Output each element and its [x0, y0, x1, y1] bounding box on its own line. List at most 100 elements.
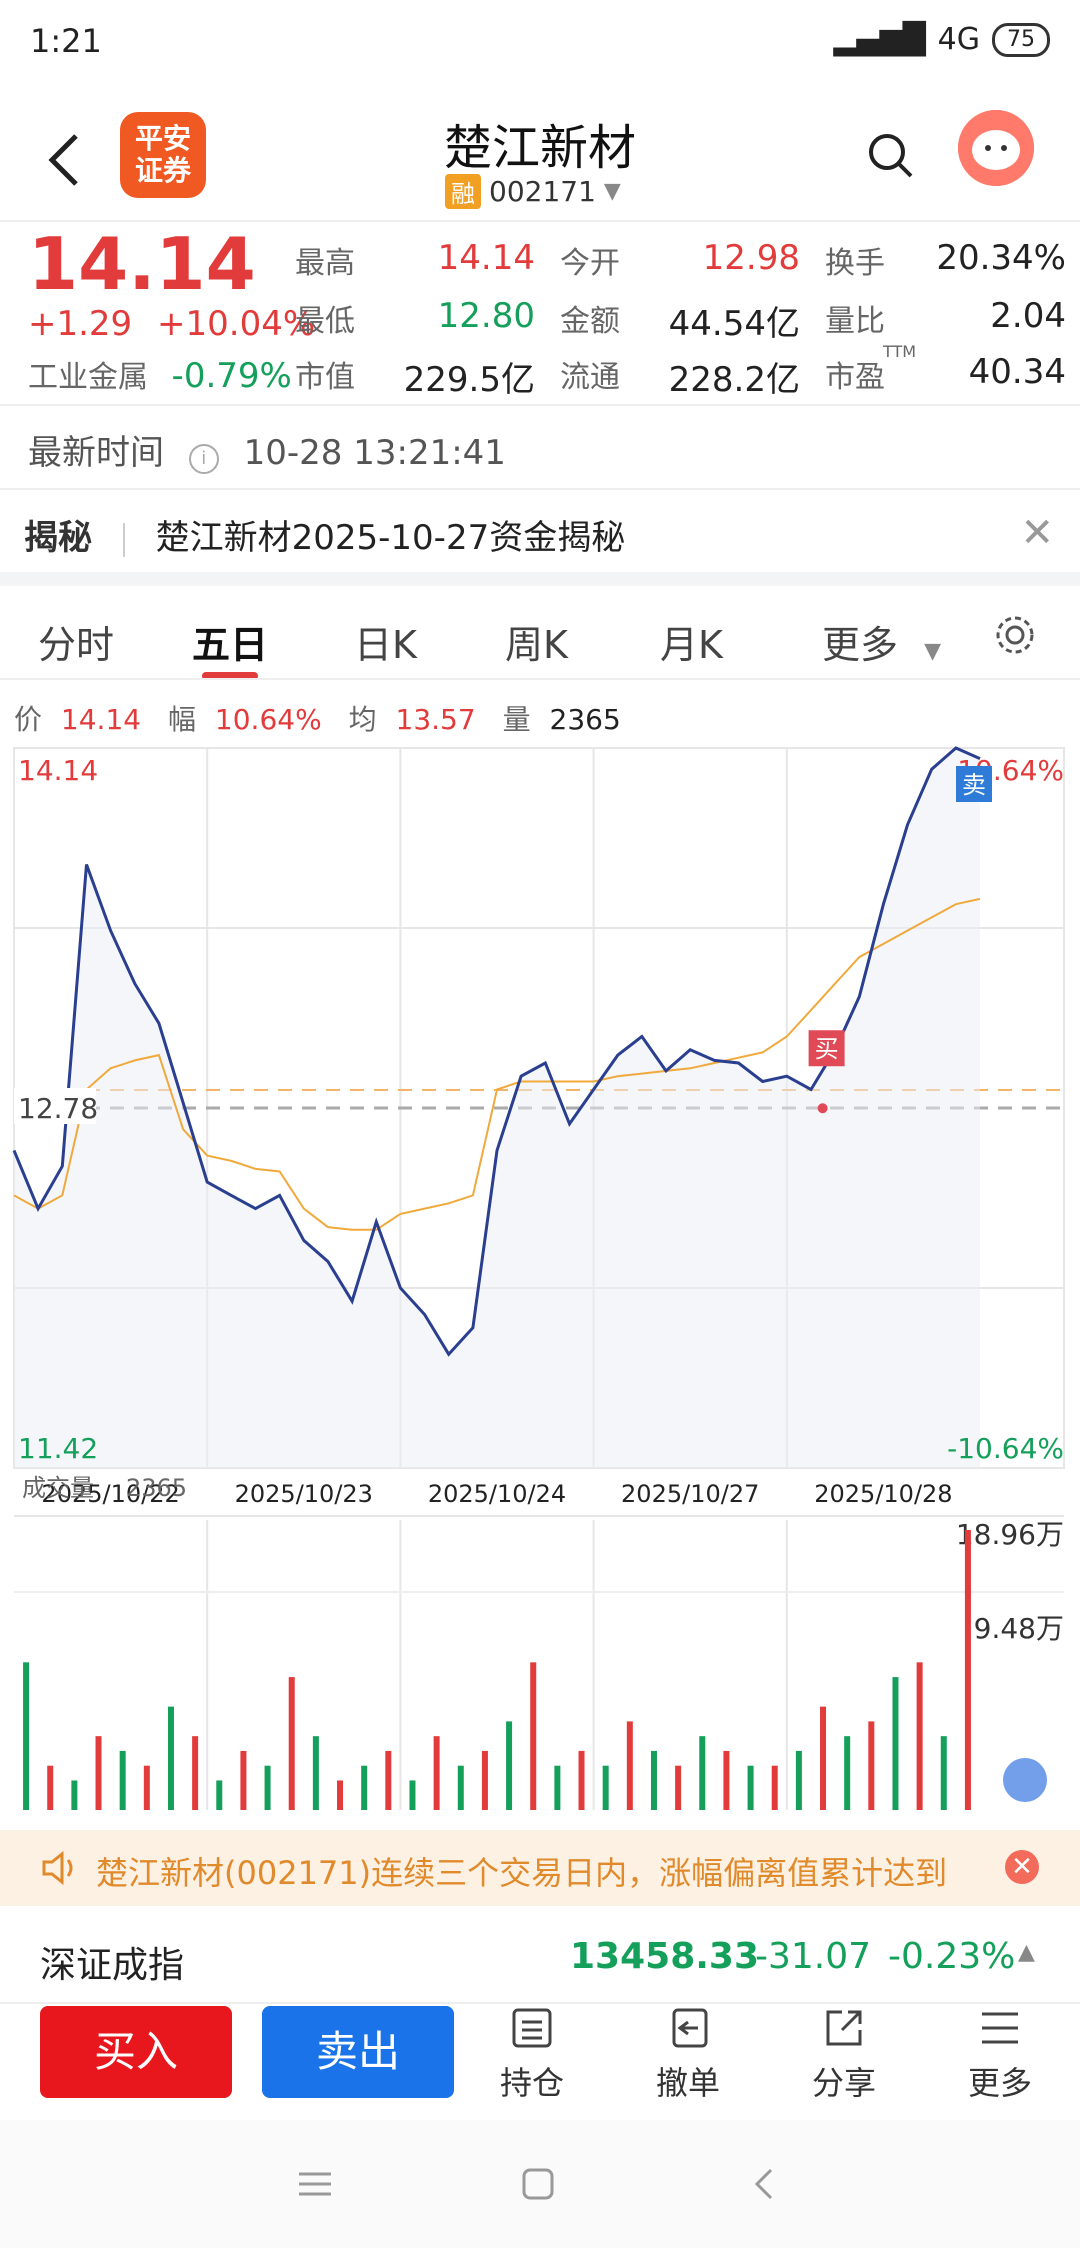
tab-five-day[interactable]: 五日 — [192, 614, 268, 669]
holdings-label: 持仓 — [499, 2064, 564, 2102]
volume-value: 2365 — [126, 1474, 187, 1502]
quote-value: 14.14 — [437, 238, 535, 278]
volume-bar — [964, 1530, 971, 1810]
buy-marker-label: 买 — [815, 1035, 839, 1063]
volume-bar — [626, 1721, 633, 1810]
five-day-chart[interactable]: 14.14 12.78 11.42 10.64% -10.64% 2025/10/22 20… — [0, 740, 1080, 1820]
search-icon[interactable] — [865, 130, 915, 180]
document-icon — [510, 2006, 554, 2050]
industry-row[interactable]: 工业金属 -0.79% — [28, 352, 292, 396]
fullscreen-icon — [1003, 1758, 1047, 1802]
notice-bar[interactable]: 楚江新材(002171)连续三个交易日内，涨幅偏离值累计达到 ✕ — [0, 1830, 1080, 1906]
quote-label: 今开 — [560, 246, 620, 281]
reveal-separator — [122, 522, 125, 557]
volume-bar — [916, 1662, 923, 1810]
cancel-order-button[interactable]: 撤单 — [638, 2006, 738, 2104]
close-icon[interactable]: ✕ — [1020, 510, 1054, 556]
volume-bar — [844, 1736, 851, 1810]
quote-value: 12.80 — [437, 296, 535, 336]
close-icon[interactable]: ✕ — [1005, 1850, 1039, 1884]
reveal-text: 楚江新材2025-10-27资金揭秘 — [155, 518, 626, 558]
tab-weekly-k[interactable]: 周K — [505, 614, 568, 669]
gear-icon[interactable] — [994, 614, 1036, 656]
volume-mid-label: 9.48万 — [974, 1612, 1064, 1645]
battery-icon: 75 — [992, 22, 1050, 57]
volume-bar — [578, 1750, 585, 1810]
volume-bar — [23, 1662, 30, 1810]
tab-monthly-k[interactable]: 月K — [660, 614, 723, 669]
network-type: 4G — [937, 22, 980, 57]
tab-intraday[interactable]: 分时 — [38, 614, 114, 669]
index-change-pct: -0.23% — [888, 1936, 1016, 1977]
quote-label: 量比 — [825, 304, 885, 339]
status-time: 1:21 — [30, 22, 102, 60]
index-change: -31.07 — [755, 1936, 872, 1977]
holdings-button[interactable]: 持仓 — [482, 2006, 582, 2104]
volume-bar — [433, 1736, 440, 1810]
sell-button[interactable]: 卖出 — [262, 2006, 454, 2098]
divider — [0, 678, 1080, 680]
tab-more-label: 更多 — [822, 623, 899, 667]
x-tick-label: 2025/10/24 — [428, 1480, 566, 1508]
chevron-down-icon: ▼ — [924, 639, 942, 664]
info-vol: 2365 — [549, 703, 621, 736]
industry-change: -0.79% — [171, 356, 292, 396]
back-icon[interactable] — [745, 2164, 785, 2204]
change-value: +1.29 — [28, 304, 133, 344]
volume-bar — [723, 1750, 730, 1810]
volume-bar — [892, 1677, 899, 1810]
index-name: 深证成指 — [40, 1945, 185, 1986]
more-button[interactable]: 更多 — [950, 2006, 1050, 2104]
volume-bar — [167, 1706, 174, 1810]
x-tick-label: 2025/10/23 — [235, 1480, 373, 1508]
divider — [0, 2002, 1080, 2004]
quote-label: 流通 — [560, 360, 620, 395]
quote-label: 最高 — [295, 246, 355, 281]
status-indicators: ▂▄▆█ 4G 75 — [833, 22, 1050, 57]
quote-value: 229.5亿 — [403, 360, 535, 400]
chart-info-row: 价 14.14 幅 10.64% 均 13.57 量 2365 — [14, 698, 621, 738]
stock-code-selector[interactable]: 融 002171 ▼ — [445, 174, 621, 209]
chart-canvas[interactable]: 14.1412.7811.4210.64%-10.64%2025/10/22 20… — [0, 740, 1080, 1820]
divider — [0, 404, 1080, 406]
volume-bar — [940, 1736, 947, 1810]
quote-label: 换手 — [825, 246, 885, 281]
chevron-up-icon[interactable]: ▲ — [1018, 1940, 1035, 1965]
volume-bar — [747, 1765, 754, 1810]
section-gap — [0, 572, 1080, 586]
volume-bar — [337, 1780, 344, 1810]
speaker-icon — [40, 1850, 80, 1886]
x-tick-label: 2025/10/28 — [814, 1480, 952, 1508]
quote-label: 最低 — [295, 304, 355, 339]
index-value-text: 13458.33 — [570, 1936, 760, 1977]
divider — [0, 488, 1080, 490]
info-price-label: 价 — [14, 703, 43, 736]
volume-max-label: 18.96万 — [956, 1518, 1064, 1551]
assistant-avatar[interactable] — [958, 110, 1034, 186]
home-icon[interactable] — [518, 2164, 558, 2204]
info-icon[interactable]: i — [188, 444, 219, 474]
tab-daily-k[interactable]: 日K — [354, 614, 417, 669]
menu-icon[interactable] — [295, 2164, 335, 2204]
index-value: 13458.33 — [570, 1936, 759, 1977]
volume-bar — [312, 1736, 319, 1810]
buy-button[interactable]: 买入 — [40, 2006, 232, 2098]
volume-bar — [143, 1765, 150, 1810]
volume-bar — [820, 1706, 827, 1810]
volume-bar — [650, 1750, 657, 1810]
margin-badge: 融 — [445, 174, 481, 209]
reveal-banner[interactable]: 揭秘 楚江新材2025-10-27资金揭秘 ✕ — [24, 510, 1054, 559]
x-tick-label: 2025/10/27 — [621, 1480, 759, 1508]
info-avg: 13.57 — [395, 703, 476, 736]
y-max-label: 14.14 — [18, 754, 98, 787]
quote-label: 金额 — [560, 304, 620, 339]
stock-code: 002171 — [489, 175, 596, 208]
reveal-tag: 揭秘 — [24, 518, 92, 558]
buy-marker-dot — [817, 1103, 828, 1114]
index-bar[interactable]: 深证成指 13458.33 -31.07 -0.23% ▲ — [0, 1906, 1080, 2006]
tab-more[interactable]: 更多 ▼ — [822, 614, 941, 669]
info-avg-label: 均 — [348, 703, 377, 736]
quote-value: 20.34% — [936, 238, 1066, 278]
share-button[interactable]: 分享 — [794, 2006, 894, 2104]
volume-bar — [288, 1677, 295, 1810]
